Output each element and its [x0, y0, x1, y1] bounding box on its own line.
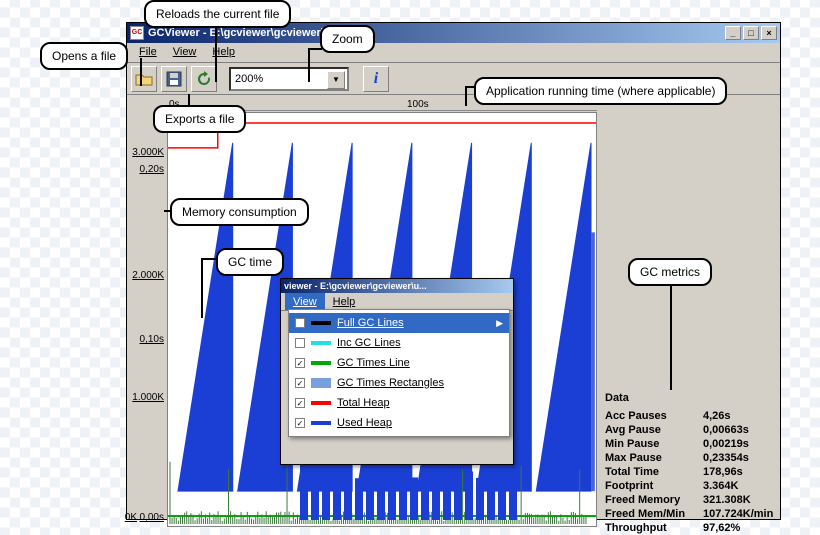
mem-tick-1000: 1.000K	[132, 392, 164, 403]
callout-zoom: Zoom	[320, 25, 375, 53]
close-button[interactable]: ×	[761, 26, 777, 40]
zoom-combo[interactable]: 200%	[229, 67, 349, 91]
time-tick-100: 100s	[407, 99, 429, 110]
callout-memory: Memory consumption	[170, 198, 309, 226]
metrics-panel: Data Acc Pauses4,26sAvg Pause0,00663sMin…	[605, 391, 779, 535]
mem-tick-3000: 3.000K	[132, 147, 164, 158]
open-file-button[interactable]	[131, 66, 157, 92]
menubar: File View Help	[127, 43, 780, 63]
folder-open-icon	[135, 72, 153, 86]
mem-tick-2000: 2.000K	[132, 270, 164, 281]
metric-row: Max Pause0,23354s	[605, 451, 779, 465]
view-dropdown-menu: ✓Full GC Lines▶ Inc GC Lines ✓GC Times L…	[288, 309, 510, 437]
callout-reloads: Reloads the current file	[144, 0, 291, 28]
about-button[interactable]: i	[363, 66, 389, 92]
zoom-value: 200%	[235, 73, 263, 85]
export-file-button[interactable]	[161, 66, 187, 92]
time-tick-010: 0,10s	[140, 334, 164, 345]
callout-gc-time: GC time	[216, 248, 284, 276]
metric-row: Acc Pauses4,26s	[605, 409, 779, 423]
app-icon: GC	[130, 26, 144, 40]
popup-menu-view[interactable]: View	[285, 293, 325, 310]
popup-titlebar: viewer - E:\gcviewer\gcviewer\u...	[281, 279, 513, 293]
reload-button[interactable]	[191, 66, 217, 92]
mem-tick-0: 0K	[125, 512, 137, 523]
time-tick-000: 0,00s	[140, 512, 164, 523]
refresh-icon	[196, 71, 212, 87]
metric-row: Avg Pause0,00663s	[605, 423, 779, 437]
metrics-header: Data	[605, 391, 779, 405]
legend-gc-times-line[interactable]: ✓GC Times Line	[289, 353, 509, 373]
metric-row: Min Pause0,00219s	[605, 437, 779, 451]
legend-inc-gc[interactable]: Inc GC Lines	[289, 333, 509, 353]
floppy-disk-icon	[166, 71, 182, 87]
minimize-button[interactable]: _	[725, 26, 741, 40]
info-icon: i	[374, 70, 378, 88]
callout-gc-metrics: GC metrics	[628, 258, 712, 286]
time-tick-020: 0,20s	[140, 164, 164, 175]
metric-row: Freed Memory321.308K	[605, 493, 779, 507]
metric-row: Freed Mem/Min107.724K/min	[605, 507, 779, 521]
legend-full-gc[interactable]: ✓Full GC Lines▶	[289, 313, 509, 333]
maximize-button[interactable]: □	[743, 26, 759, 40]
callout-exports: Exports a file	[153, 105, 246, 133]
callout-opens-file: Opens a file	[40, 42, 128, 70]
metric-row: Throughput97,62%	[605, 521, 779, 535]
menu-file[interactable]: File	[131, 43, 165, 62]
callout-app-time: Application running time (where applicab…	[474, 77, 727, 105]
metric-row: Total Time178,96s	[605, 465, 779, 479]
legend-total-heap[interactable]: ✓Total Heap	[289, 393, 509, 413]
y-axis: 3.000K 0,20s 2.000K 0,10s 1.000K 0,00s 0…	[127, 112, 165, 527]
legend-used-heap[interactable]: ✓Used Heap	[289, 413, 509, 433]
menu-help[interactable]: Help	[204, 43, 243, 62]
menu-view[interactable]: View	[165, 43, 205, 62]
metric-row: Footprint3.364K	[605, 479, 779, 493]
popup-menu-help[interactable]: Help	[325, 293, 364, 310]
legend-gc-times-rect[interactable]: ✓GC Times Rectangles	[289, 373, 509, 393]
